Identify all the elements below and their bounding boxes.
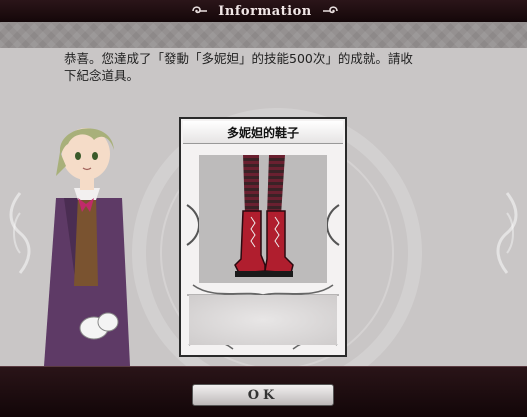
character-portrait	[44, 128, 130, 366]
ok-button-label: OK	[247, 387, 279, 403]
title-bar: Information	[0, 0, 527, 23]
reward-item-card: 多妮妲的鞋子	[179, 117, 347, 357]
item-image	[199, 155, 327, 283]
right-scroll-ornament-icon	[322, 6, 338, 14]
left-side-ornament-icon	[9, 192, 31, 274]
message-line-1: 恭喜。您達成了「發動「多妮妲」的技能500次」的成就。請收	[64, 51, 413, 66]
item-name: 多妮妲的鞋子	[226, 125, 299, 140]
ok-button[interactable]: OK	[192, 384, 334, 406]
boots-icon	[234, 155, 294, 277]
window-title: Information	[218, 3, 312, 19]
achievement-message: 恭喜。您達成了「發動「多妮妲」的技能500次」的成就。請收 下紀念道具。	[64, 50, 484, 84]
item-description-area	[189, 295, 337, 345]
message-line-2: 下紀念道具。	[64, 68, 140, 83]
right-side-ornament-icon	[496, 192, 518, 274]
title-wrap: Information	[180, 0, 350, 22]
decorative-pattern-band	[0, 22, 527, 49]
card-title-bar: 多妮妲的鞋子	[183, 121, 343, 144]
left-scroll-ornament-icon	[192, 6, 208, 14]
